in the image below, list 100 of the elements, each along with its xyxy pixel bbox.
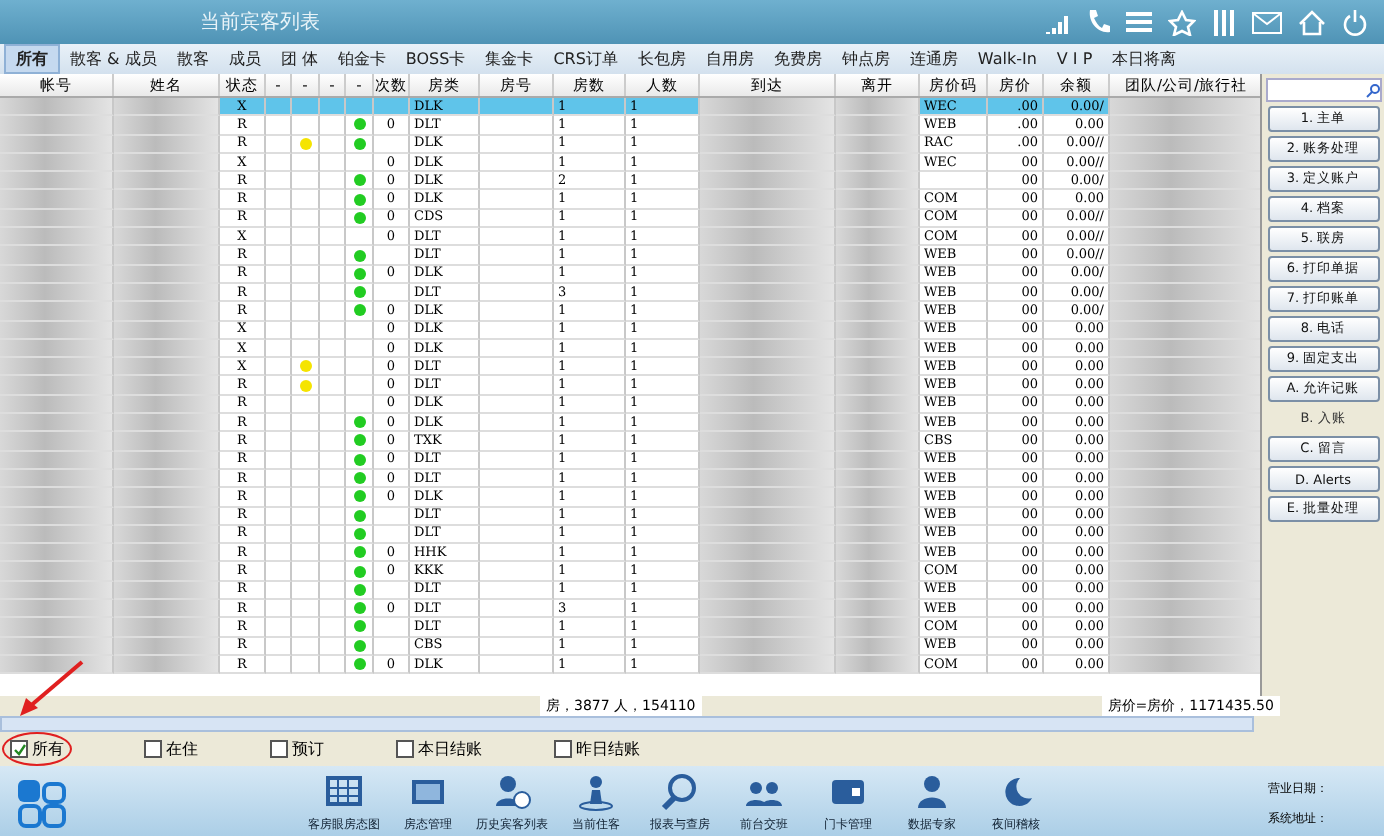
columns-icon[interactable] — [1212, 9, 1236, 35]
tab[interactable]: 所有 — [4, 44, 60, 74]
redacted-cell — [0, 98, 114, 117]
redacted-cell — [700, 618, 836, 638]
redacted-cell — [114, 544, 220, 563]
redacted-cell — [0, 172, 114, 191]
redacted-cell — [0, 618, 114, 638]
redacted-cell — [836, 246, 920, 266]
redacted-cell — [700, 414, 836, 433]
filter-checkbox[interactable]: 昨日结账 — [554, 738, 640, 760]
search-icon — [660, 772, 700, 812]
redacted-cell — [0, 544, 114, 563]
table-cell — [374, 637, 410, 656]
tab[interactable]: Walk-In — [967, 48, 1047, 70]
redacted-cell — [114, 562, 220, 582]
table-cell — [374, 507, 410, 526]
redacted-cell — [114, 228, 220, 247]
tab[interactable]: BOSS卡 — [395, 46, 476, 72]
tab[interactable]: 成员 — [218, 46, 271, 72]
redacted-cell — [700, 432, 836, 452]
table-cell — [374, 581, 410, 601]
redacted-cell — [0, 488, 114, 508]
redacted-cell — [836, 116, 920, 136]
filter-checkbox[interactable]: 预订 — [270, 738, 324, 760]
tab[interactable]: 散客 — [166, 46, 219, 72]
redacted-cell — [0, 228, 114, 247]
home-icon[interactable] — [1298, 9, 1326, 35]
redacted-cell — [114, 600, 220, 619]
redacted-cell — [0, 246, 114, 266]
redacted-cell — [836, 172, 920, 191]
power-icon[interactable] — [1342, 9, 1368, 35]
history-icon — [492, 772, 532, 812]
tab[interactable]: 本日将离 — [1102, 46, 1187, 72]
redacted-cell — [836, 600, 920, 619]
redacted-cell — [0, 600, 114, 619]
window-title: 当前宾客列表 — [200, 9, 320, 36]
table-cell — [374, 525, 410, 545]
tab[interactable]: CRS订单 — [543, 46, 628, 72]
tab[interactable]: V I P — [1046, 48, 1103, 70]
redacted-cell — [0, 358, 114, 377]
redacted-cell — [114, 98, 220, 117]
tab[interactable]: 免费房 — [763, 46, 832, 72]
redacted-cell — [836, 432, 920, 452]
redacted-cell — [114, 432, 220, 452]
redacted-cell — [0, 302, 114, 322]
redacted-cell — [0, 376, 114, 396]
redacted-cell — [700, 190, 836, 210]
redacted-cell — [0, 190, 114, 210]
tab[interactable]: 长包房 — [627, 46, 696, 72]
redacted-cell — [700, 488, 836, 508]
redacted-cell — [0, 414, 114, 433]
phone-icon[interactable] — [1086, 8, 1110, 36]
redacted-cell — [0, 432, 114, 452]
filter-checkbox[interactable]: 本日结账 — [396, 738, 482, 760]
redacted-cell — [836, 618, 920, 638]
redacted-cell — [114, 618, 220, 638]
search-field[interactable] — [1265, 78, 1381, 102]
redacted-cell — [836, 488, 920, 508]
redacted-cell — [700, 246, 836, 266]
redacted-cell — [114, 376, 220, 396]
redacted-cell — [836, 98, 920, 117]
mail-icon[interactable] — [1252, 11, 1282, 33]
redacted-cell — [114, 488, 220, 508]
horizontal-scrollbar[interactable] — [0, 716, 1254, 732]
redacted-cell — [836, 376, 920, 396]
redacted-cell — [700, 544, 836, 563]
redacted-cell — [0, 562, 114, 582]
app-logo-icon[interactable] — [16, 777, 68, 829]
redacted-cell — [700, 600, 836, 619]
table-cell — [374, 135, 410, 154]
tab[interactable]: 集金卡 — [475, 46, 544, 72]
redacted-cell — [836, 190, 920, 210]
table-cell — [374, 246, 410, 266]
tab[interactable]: 铂金卡 — [327, 46, 396, 72]
expert-icon — [912, 772, 952, 812]
grid-icon — [324, 772, 364, 812]
redacted-cell — [836, 358, 920, 377]
tab[interactable]: 自用房 — [695, 46, 764, 72]
signal-icon — [1046, 11, 1070, 33]
tab[interactable]: 钟点房 — [831, 46, 900, 72]
guest-icon — [576, 772, 616, 812]
star-icon[interactable] — [1168, 9, 1196, 35]
redacted-cell — [0, 116, 114, 136]
redacted-cell — [700, 116, 836, 136]
table-cell — [374, 98, 410, 117]
tab[interactable]: 连通房 — [899, 46, 968, 72]
redacted-cell — [700, 302, 836, 322]
redacted-cell — [836, 302, 920, 322]
redacted-cell — [836, 562, 920, 582]
filter-checkbox[interactable]: 在住 — [144, 738, 198, 760]
redacted-cell — [700, 228, 836, 247]
redacted-cell — [114, 246, 220, 266]
redacted-cell — [114, 302, 220, 322]
redacted-cell — [114, 172, 220, 191]
tab[interactable]: 团 体 — [270, 46, 328, 72]
redacted-cell — [700, 172, 836, 191]
menu-icon[interactable] — [1126, 10, 1152, 34]
tab[interactable]: 散客 & 成员 — [60, 46, 167, 72]
redacted-cell — [114, 116, 220, 136]
redacted-cell — [836, 544, 920, 563]
